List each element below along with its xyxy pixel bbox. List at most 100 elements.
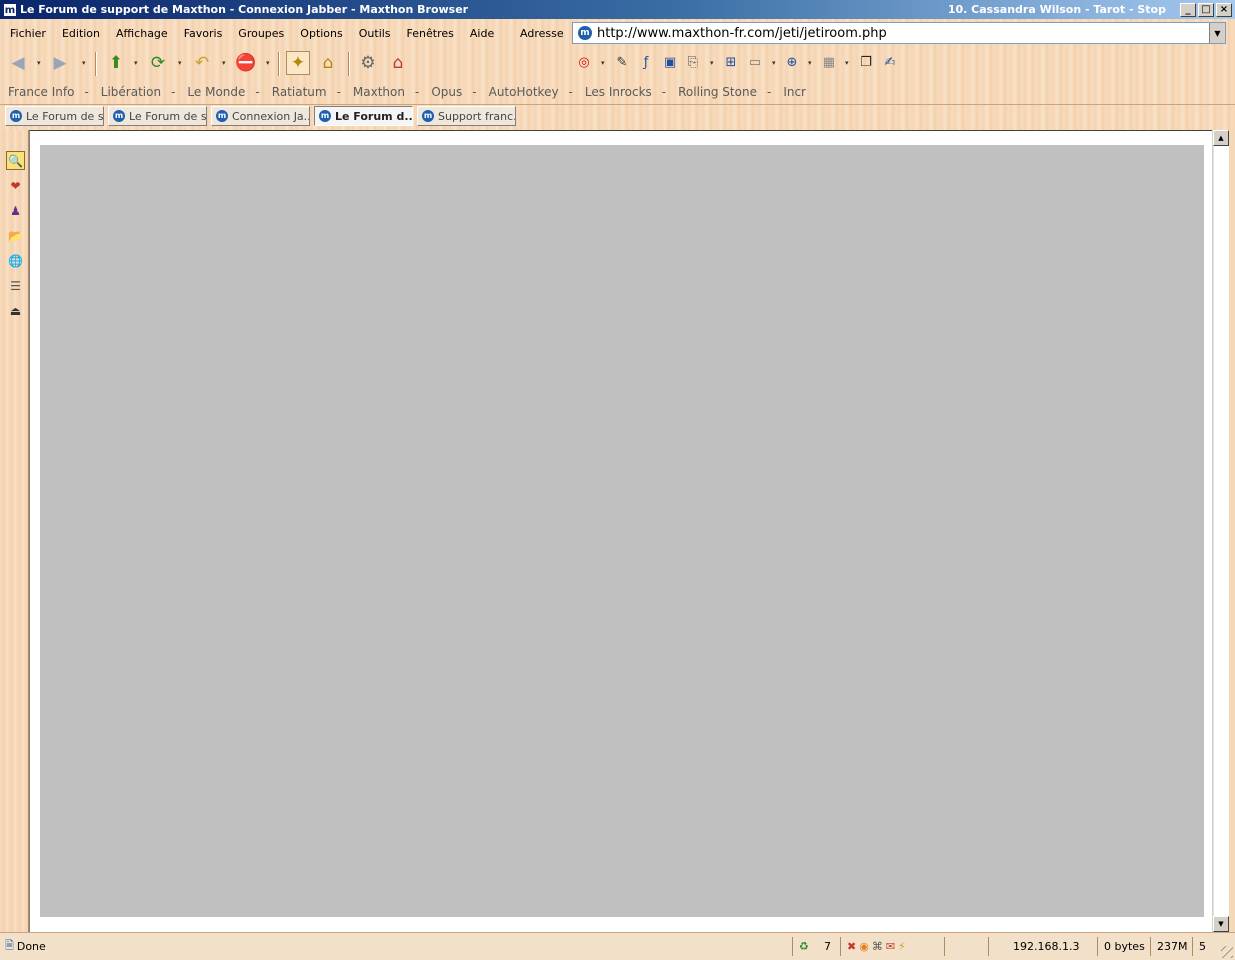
homepage-icon[interactable]: ⌂ — [386, 51, 410, 75]
link-liberation[interactable]: Libération — [93, 85, 161, 99]
flash-icon[interactable]: ⚡ — [898, 940, 906, 953]
status-bar: 🗎 Done ♻ 7 ✖ ◉ ⌘ ✉ ⚡ 192.168.1.3 0 bytes… — [0, 932, 1235, 960]
tab-connexion-jabber[interactable]: m Connexion Ja... — [211, 106, 310, 126]
flash-icon[interactable]: ƒ — [637, 51, 655, 75]
menu-affichage[interactable]: Affichage — [108, 27, 176, 40]
maxthon-app-icon[interactable]: m — [3, 2, 17, 17]
back-dropdown-icon[interactable]: ▾ — [37, 59, 41, 67]
popup-blocker-icon[interactable]: ◎ — [575, 51, 593, 75]
link-france-info[interactable]: France Info — [0, 85, 74, 99]
recycle-icon: ♻ — [799, 940, 809, 953]
menu-groupes[interactable]: Groupes — [230, 27, 292, 40]
zoom-icon[interactable]: ⊕ — [783, 51, 801, 75]
up-dropdown-icon[interactable]: ▾ — [134, 59, 138, 67]
zoom-dropdown-icon[interactable]: ▾ — [808, 59, 812, 67]
eject-icon[interactable]: ⏏ — [6, 301, 25, 320]
menu-options[interactable]: Options — [292, 27, 350, 40]
addon-icons: ✖ ◉ ⌘ ✉ ⚡ — [840, 937, 909, 956]
link-incr[interactable]: Incr — [775, 85, 806, 99]
window-controls: _ □ × — [1180, 2, 1232, 17]
copy-dropdown-icon[interactable]: ▾ — [710, 59, 714, 67]
tab-forum-1[interactable]: m Le Forum de s... — [5, 106, 104, 126]
forward-dropdown-icon[interactable]: ▾ — [82, 59, 86, 67]
tab-forum-active[interactable]: m Le Forum d... — [314, 106, 413, 126]
menu-favoris[interactable]: Favoris — [176, 27, 231, 40]
scroll-down-icon[interactable]: ▼ — [1213, 916, 1229, 932]
vertical-scrollbar[interactable]: ▲ ▼ — [1212, 130, 1229, 932]
popup-dropdown-icon[interactable]: ▾ — [601, 59, 605, 67]
link-autohotkey[interactable]: AutoHotkey — [481, 85, 559, 99]
toolbar-divider — [95, 52, 97, 76]
status-empty-cell — [944, 937, 988, 956]
cascade-icon[interactable]: ❐ — [857, 51, 875, 75]
resize-grip[interactable] — [1221, 946, 1233, 958]
options-gear-icon[interactable]: ⚙ — [356, 51, 380, 75]
image-dropdown-icon[interactable]: ▾ — [845, 59, 849, 67]
globe-icon[interactable]: 🌐 — [6, 251, 25, 270]
up-level-icon[interactable]: ⬆ — [104, 51, 128, 75]
screen-capture-icon[interactable]: ▣ — [661, 51, 679, 75]
pen-icon[interactable]: ✎ — [613, 51, 631, 75]
history-dropdown-icon[interactable]: ▾ — [222, 59, 226, 67]
block-icon[interactable]: ✖ — [847, 940, 856, 953]
refresh-icon[interactable]: ⟳ — [146, 51, 170, 75]
list-icon[interactable]: ☰ — [6, 276, 25, 295]
mail-icon[interactable]: ✉ — [886, 940, 895, 953]
links-bar: France Info - Libération - Le Monde - Ra… — [0, 82, 1235, 102]
tab-label: Connexion Ja... — [232, 109, 310, 123]
forward-arrow-icon[interactable]: ▶ — [48, 51, 72, 75]
address-bar[interactable]: m http://www.maxthon-fr.com/jeti/jetiroo… — [572, 22, 1226, 44]
window-icon[interactable]: ▭ — [746, 51, 764, 75]
stop-dropdown-icon[interactable]: ▾ — [266, 59, 270, 67]
link-maxthon[interactable]: Maxthon — [345, 85, 405, 99]
split-icon[interactable]: ⊞ — [722, 51, 740, 75]
note-icon[interactable]: ✍ — [881, 51, 899, 75]
recycle-cell[interactable]: ♻ — [792, 937, 812, 956]
link-rolling-stone[interactable]: Rolling Stone — [670, 85, 757, 99]
menu-fenetres[interactable]: Fenêtres — [399, 27, 462, 40]
favorites-icon[interactable]: ❤ — [6, 176, 25, 195]
history-icon[interactable]: ↶ — [190, 51, 214, 75]
scroll-up-icon[interactable]: ▲ — [1213, 130, 1229, 146]
close-button[interactable]: × — [1216, 2, 1232, 17]
scroll-thumb[interactable] — [1213, 146, 1229, 916]
status-last-number: 5 — [1192, 937, 1206, 956]
link-le-monde[interactable]: Le Monde — [179, 85, 245, 99]
link-ratiatum[interactable]: Ratiatum — [264, 85, 327, 99]
menu-fichier[interactable]: Fichier — [0, 27, 54, 40]
search-icon[interactable]: 🔍 — [6, 151, 25, 170]
maxthon-tab-icon: m — [216, 110, 228, 122]
maximize-button[interactable]: □ — [1198, 2, 1214, 17]
ip-address: 192.168.1.3 — [988, 937, 1084, 956]
page-content — [29, 130, 1212, 932]
back-arrow-icon[interactable]: ◀ — [6, 51, 30, 75]
link-opus[interactable]: Opus — [423, 85, 462, 99]
refresh-dropdown-icon[interactable]: ▾ — [178, 59, 182, 67]
link-les-inrocks[interactable]: Les Inrocks — [577, 85, 652, 99]
menu-aide[interactable]: Aide — [462, 27, 502, 40]
lock-icon[interactable]: ⌘ — [872, 940, 883, 953]
copy-icon[interactable]: ⎘ — [684, 51, 702, 75]
address-dropdown-button[interactable]: ▼ — [1209, 23, 1225, 43]
browser-chrome: Fichier Edition Affichage Favoris Groupe… — [0, 19, 1235, 130]
address-input[interactable]: http://www.maxthon-fr.com/jeti/jetiroom.… — [597, 26, 1209, 41]
plugin-icon[interactable]: ♟ — [6, 201, 25, 220]
image-icon[interactable]: ▦ — [820, 51, 838, 75]
firefox-icon[interactable]: ◉ — [859, 940, 869, 953]
tab-support-francais[interactable]: m Support franc... — [417, 106, 516, 126]
minimize-button[interactable]: _ — [1180, 2, 1196, 17]
tab-forum-2[interactable]: m Le Forum de s... — [108, 106, 207, 126]
link-separator: - — [568, 85, 573, 99]
home-icon[interactable]: ⌂ — [316, 51, 340, 75]
window-dropdown-icon[interactable]: ▾ — [772, 59, 776, 67]
menu-edition[interactable]: Edition — [54, 27, 108, 40]
memory-usage: 237M — [1150, 937, 1188, 956]
tab-label: Le Forum d... — [335, 109, 413, 123]
maxthon-tab-icon: m — [422, 110, 434, 122]
mark-icon[interactable]: ✦ — [286, 51, 310, 75]
stop-icon[interactable]: ⛔ — [234, 51, 258, 75]
tab-count: 7 — [824, 940, 831, 953]
site-favicon-icon: m — [578, 26, 592, 40]
folder-icon[interactable]: 📂 — [6, 226, 25, 245]
menu-outils[interactable]: Outils — [351, 27, 399, 40]
